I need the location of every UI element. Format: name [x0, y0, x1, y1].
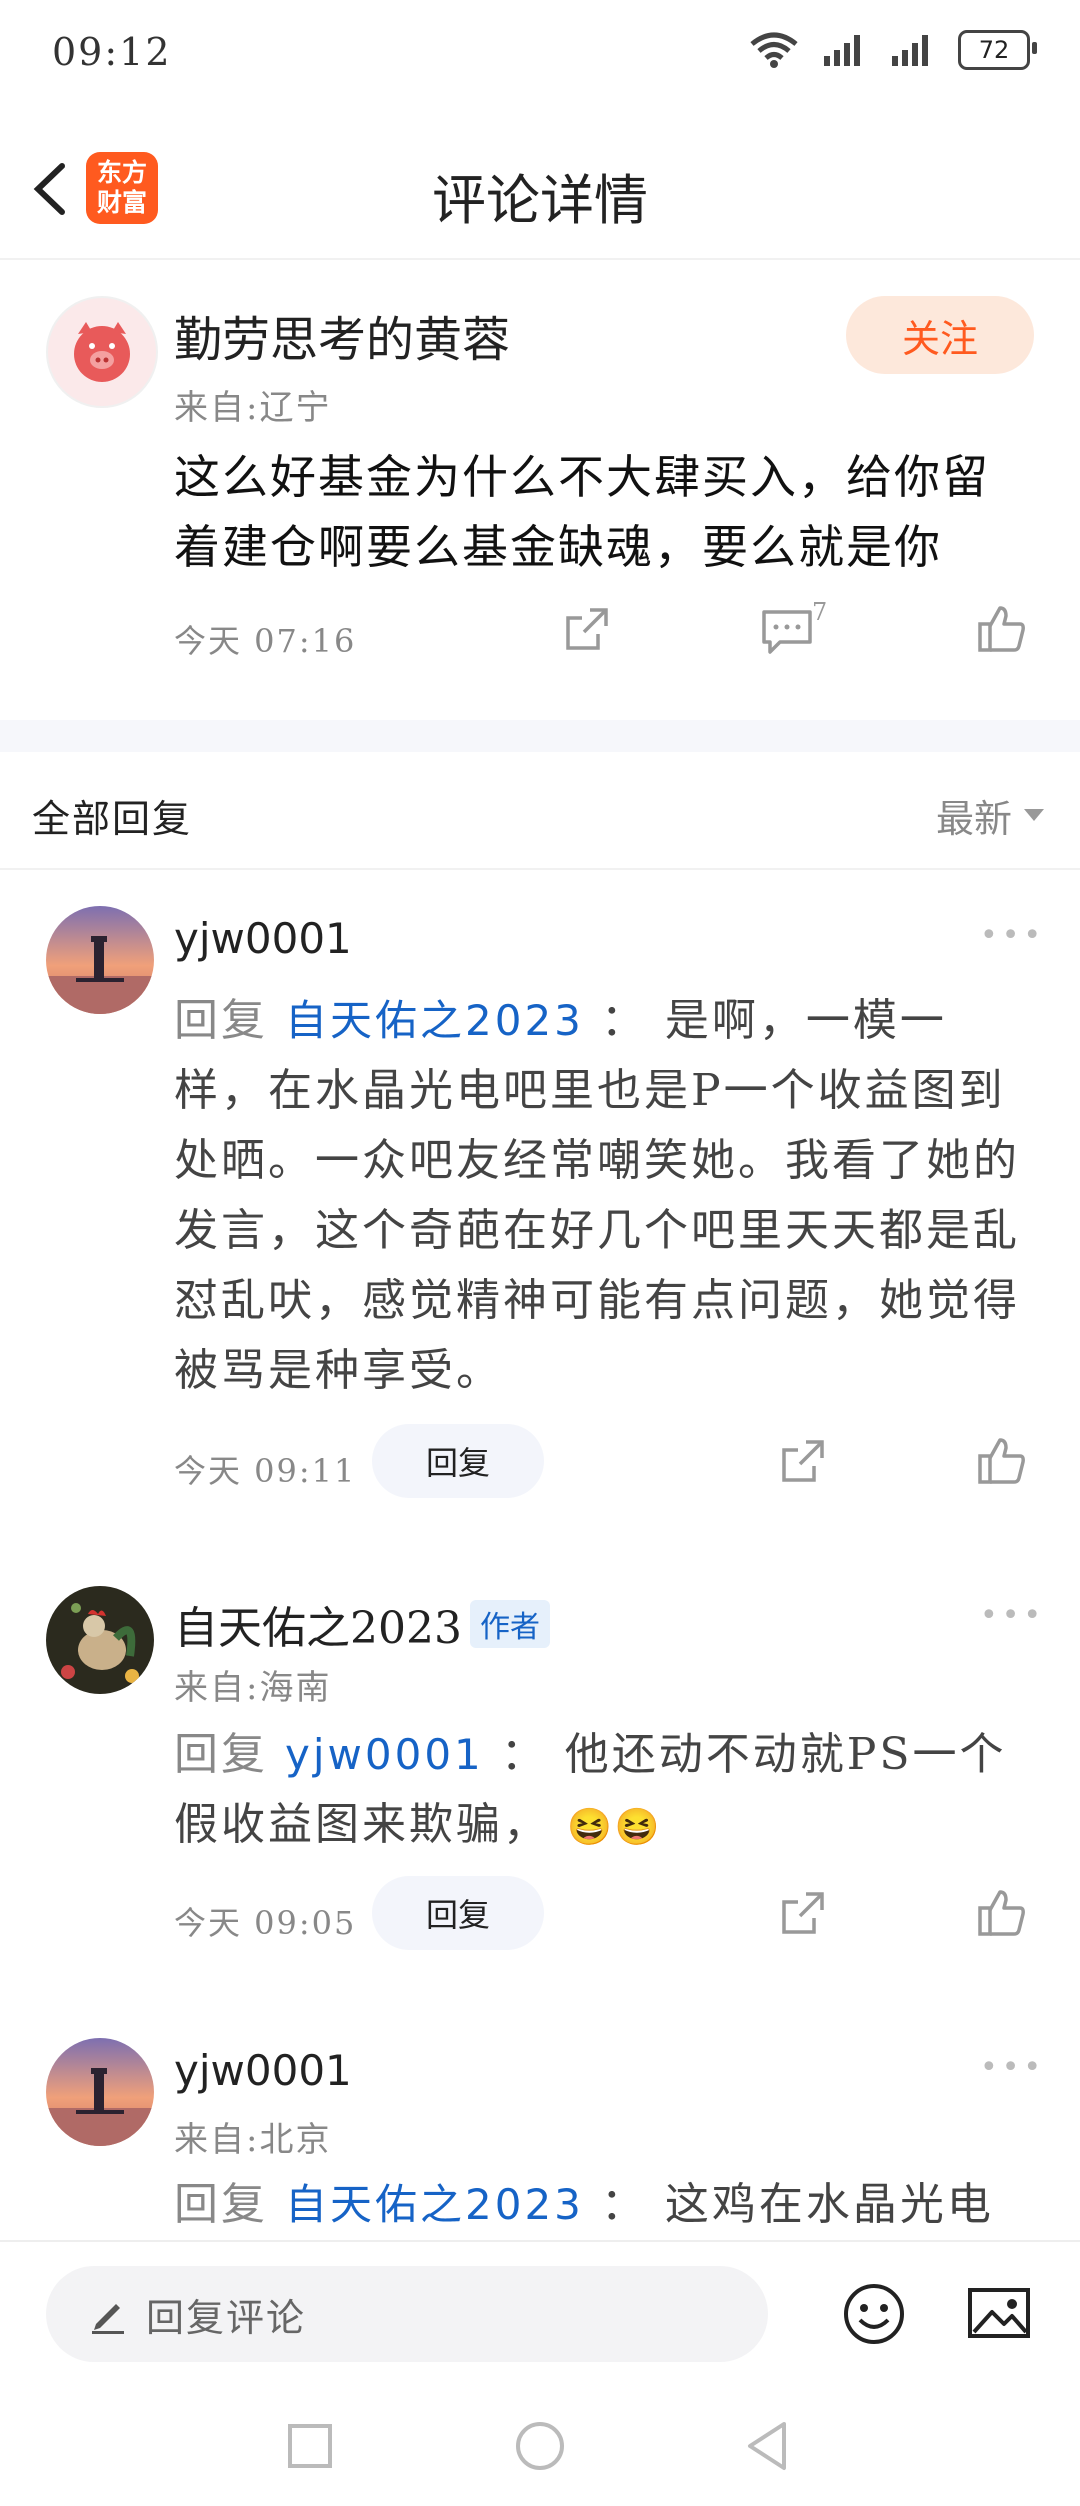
like-icon[interactable]: [976, 1436, 1028, 1486]
rooster-image: [46, 1586, 154, 1694]
home-icon[interactable]: [514, 2420, 566, 2472]
reply-time: 今天 09:05: [174, 1904, 357, 1942]
share-icon[interactable]: [562, 604, 612, 654]
avatar[interactable]: [46, 906, 154, 1014]
post-author[interactable]: 勤劳思考的黄蓉: [174, 300, 510, 370]
share-icon[interactable]: [778, 1436, 828, 1486]
post-time: 今天 07:16: [174, 622, 357, 660]
reply-text: 回复 自天佑之2023 ： 这鸡在水晶光电: [174, 2170, 1034, 2240]
sort-dropdown[interactable]: 最新: [936, 788, 1044, 843]
app-header: 东方 财富 评论详情: [0, 130, 1080, 260]
reply-location: 来自:北京: [174, 2120, 332, 2160]
reply-prefix: 回复: [174, 2179, 268, 2230]
signal-icon: [892, 35, 928, 66]
share-icon[interactable]: [778, 1888, 828, 1938]
post-text: 这么好基金为什么不大肆买入，给你留着建仓啊要么基金缺魂，要么就是你: [174, 450, 990, 574]
reply-body: 是啊，一模一样，在水晶光电吧里也是P一个收益图到处晒。一众吧友经常嘲笑她。我看了…: [174, 995, 1020, 1396]
reply-separator: ：: [600, 995, 648, 1046]
reply-button[interactable]: 回复: [372, 1876, 544, 1950]
more-options-icon[interactable]: •••: [980, 1598, 1045, 1633]
pencil-icon: [92, 2304, 124, 2334]
image-icon[interactable]: [966, 2284, 1032, 2344]
reply-input[interactable]: 回复评论: [46, 2266, 768, 2362]
like-icon[interactable]: [976, 604, 1028, 654]
avatar[interactable]: [46, 2038, 154, 2146]
mention-link[interactable]: 自天佑之2023: [285, 2180, 584, 2229]
like-icon[interactable]: [976, 1888, 1028, 1938]
lighthouse-image: [46, 906, 154, 1014]
reply-author[interactable]: 自天佑之2023: [174, 1592, 462, 1656]
emoji: 😆😆: [567, 1807, 663, 1848]
section-divider: [0, 720, 1080, 752]
more-options-icon[interactable]: •••: [980, 2050, 1045, 2085]
comment-icon[interactable]: [760, 606, 814, 656]
comment-count: 7: [812, 598, 828, 626]
reply-text: 回复 自天佑之2023 ： 是啊，一模一样，在水晶光电吧里也是P一个收益图到处晒…: [174, 986, 1034, 1406]
reply-separator: ：: [600, 2179, 648, 2230]
follow-button[interactable]: 关注: [846, 296, 1034, 374]
reply-time: 今天 09:11: [174, 1452, 357, 1490]
reply-prefix: 回复: [174, 1729, 268, 1780]
back-nav-icon[interactable]: [744, 2420, 790, 2472]
emoji-icon[interactable]: [842, 2282, 906, 2346]
reply-location: 来自:海南: [174, 1668, 332, 1708]
mention-link[interactable]: 自天佑之2023: [285, 996, 584, 1045]
post-location: 来自:辽宁: [174, 388, 332, 428]
signal-icon: [824, 35, 860, 66]
reply-text: 回复 yjw0001 ： 他还动不动就PS一个假收益图来欺骗， 😆😆: [174, 1720, 1034, 1863]
reply-author[interactable]: yjw0001: [174, 2046, 352, 2095]
recent-apps-icon[interactable]: [286, 2422, 334, 2470]
wifi-icon: [750, 32, 798, 68]
bottom-bar: 回复评论: [0, 2240, 1080, 2506]
avatar[interactable]: [46, 296, 158, 408]
reply-separator: ：: [500, 1729, 548, 1780]
replies-header: 全部回复 最新: [0, 752, 1080, 870]
reply-button[interactable]: 回复: [372, 1424, 544, 1498]
status-time: 09:12: [52, 30, 172, 74]
page-title: 评论详情: [432, 169, 648, 232]
lighthouse-image: [46, 2038, 154, 2146]
mention-link[interactable]: yjw0001: [285, 1730, 484, 1779]
more-options-icon[interactable]: •••: [980, 918, 1045, 953]
reply-input-placeholder: 回复评论: [146, 2295, 307, 2340]
reply-body: 这鸡在水晶光电: [664, 2179, 994, 2230]
status-icons: 72: [748, 30, 1037, 70]
reply-prefix: 回复: [174, 995, 268, 1046]
status-bar: 09:12 72: [0, 0, 1080, 110]
battery-indicator: 72: [958, 30, 1037, 70]
author-badge: 作者: [470, 1600, 550, 1648]
caret-down-icon: [1024, 808, 1044, 821]
sort-label: 最新: [935, 797, 1012, 841]
pig-icon: [74, 322, 130, 382]
reply-author[interactable]: yjw0001: [174, 914, 352, 963]
replies-title: 全部回复: [32, 797, 193, 841]
avatar[interactable]: [46, 1586, 154, 1694]
